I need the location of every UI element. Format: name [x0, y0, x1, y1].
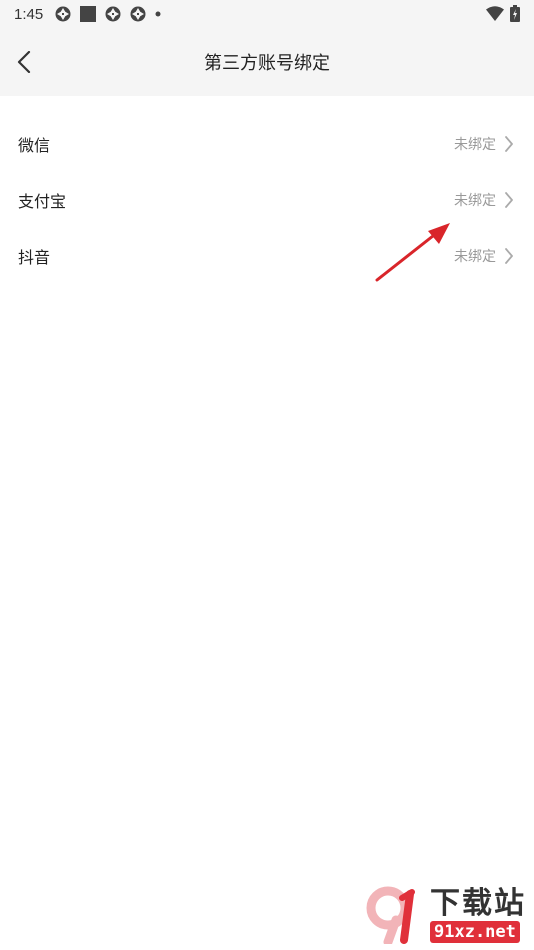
account-status: 未绑定	[454, 137, 496, 153]
watermark-cn: 下载站	[430, 886, 526, 921]
square-icon	[80, 6, 97, 22]
back-button[interactable]	[10, 48, 38, 76]
aperture-icon	[130, 6, 146, 22]
chevron-right-icon	[505, 192, 513, 208]
account-item-wechat[interactable]: 微信 未绑定	[0, 116, 534, 172]
account-name: 微信	[18, 136, 51, 155]
aperture-icon	[105, 6, 121, 22]
dot-icon	[155, 11, 161, 17]
status-time: 1:45	[14, 5, 44, 23]
chevron-right-icon	[505, 248, 513, 264]
account-status: 未绑定	[454, 249, 496, 265]
account-name: 抖音	[18, 248, 51, 267]
account-binding-list: 微信 未绑定 支付宝 未绑定 抖音 未绑定	[0, 116, 534, 284]
wifi-icon	[486, 5, 504, 21]
chevron-left-icon	[17, 51, 31, 73]
account-status-group: 未绑定	[454, 134, 514, 154]
account-name: 支付宝	[18, 192, 67, 211]
battery-icon	[510, 5, 520, 22]
account-status: 未绑定	[454, 193, 496, 209]
account-status-group: 未绑定	[454, 246, 514, 266]
account-item-douyin[interactable]: 抖音 未绑定	[0, 228, 534, 284]
aperture-icon	[55, 6, 71, 22]
status-bar: 1:45	[0, 0, 534, 28]
page-title: 第三方账号绑定	[204, 53, 330, 74]
watermark: 下载站 91xz.net	[366, 886, 526, 944]
app-bar: 第三方账号绑定	[0, 28, 534, 96]
account-status-group: 未绑定	[454, 190, 514, 210]
watermark-text: 下载站 91xz.net	[430, 887, 526, 943]
watermark-url: 91xz.net	[430, 921, 520, 943]
account-item-alipay[interactable]: 支付宝 未绑定	[0, 172, 534, 228]
site-logo-icon	[366, 886, 415, 944]
status-notification-icons	[55, 6, 161, 22]
chevron-right-icon	[505, 136, 513, 152]
status-system-icons	[486, 5, 520, 22]
